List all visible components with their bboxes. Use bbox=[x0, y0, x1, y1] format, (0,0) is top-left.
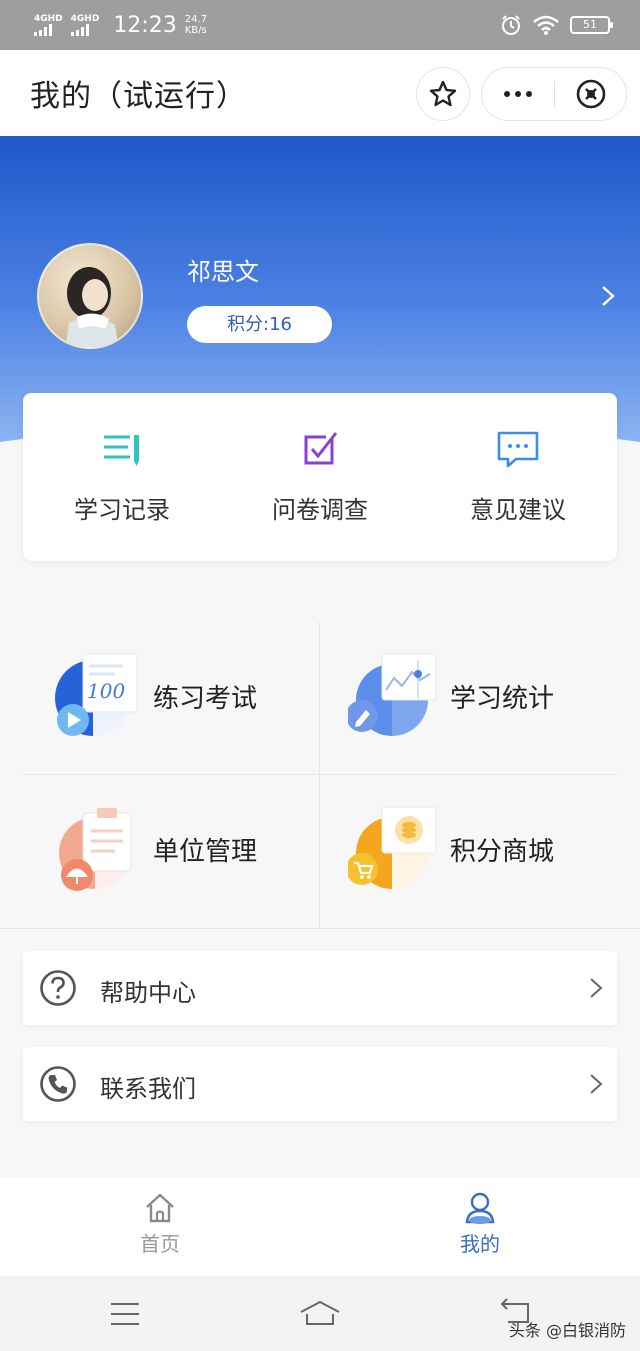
page-title: 我的（试运行） bbox=[30, 79, 247, 114]
signal-1: 4GHD bbox=[34, 14, 63, 36]
list-item-label: 联系我们 bbox=[100, 1075, 196, 1103]
status-time: 12:23 bbox=[113, 12, 177, 38]
dot bbox=[515, 91, 521, 97]
quick-action-label: 意见建议 bbox=[470, 496, 566, 524]
signal-2: 4GHD bbox=[70, 14, 100, 36]
section-divider bbox=[0, 928, 640, 929]
feature-grid: 100 练习考试 学习统计 单位管理 积分商城 bbox=[23, 622, 617, 928]
battery-level: 51 bbox=[583, 18, 597, 31]
avatar-portrait-icon bbox=[65, 267, 119, 347]
chevron-right-icon bbox=[590, 978, 603, 998]
speed-value: 24.7 bbox=[184, 14, 207, 25]
dot bbox=[504, 91, 510, 97]
quick-action-label: 问卷调查 bbox=[272, 496, 368, 524]
star-icon bbox=[429, 80, 457, 107]
grid-item-label: 练习考试 bbox=[153, 684, 258, 714]
unit-management-icon bbox=[59, 808, 132, 891]
chat-bubble-icon bbox=[497, 431, 539, 468]
list-edit-icon bbox=[104, 435, 139, 466]
close-circle-icon bbox=[576, 79, 605, 109]
grid-item-points-mall[interactable]: 积分商城 bbox=[320, 775, 617, 927]
signal-bars-icon bbox=[70, 24, 89, 36]
practice-exam-icon: 100 bbox=[55, 653, 138, 736]
dot bbox=[526, 91, 532, 97]
speed-unit: KB/s bbox=[184, 25, 207, 36]
wifi-icon bbox=[533, 15, 559, 35]
tab-mine[interactable]: 我的 bbox=[320, 1178, 640, 1276]
watermark: 头条 @白银消防 bbox=[508, 1321, 626, 1340]
grid-item-label: 单位管理 bbox=[153, 837, 258, 867]
home-icon bbox=[146, 1193, 174, 1223]
mini-program-nav-bar: 我的（试运行） bbox=[0, 50, 640, 136]
points-badge[interactable]: 积分:16 bbox=[187, 306, 332, 343]
phone-icon bbox=[40, 1066, 76, 1102]
network-speed: 24.7 KB/s bbox=[185, 14, 207, 36]
svg-text:100: 100 bbox=[87, 679, 125, 703]
chevron-right-icon[interactable] bbox=[596, 284, 620, 308]
avatar[interactable] bbox=[37, 243, 143, 349]
network-type-1: 4GHD bbox=[34, 14, 63, 24]
tab-home[interactable]: 首页 bbox=[0, 1178, 320, 1276]
quick-action-feedback[interactable]: 意见建议 bbox=[419, 393, 617, 561]
grid-item-study-stats[interactable]: 学习统计 bbox=[320, 622, 617, 774]
list-item-contact-us[interactable]: 联系我们 bbox=[23, 1047, 617, 1121]
help-icon bbox=[40, 970, 76, 1006]
tab-label: 我的 bbox=[460, 1232, 500, 1256]
chevron-right-icon bbox=[590, 1074, 603, 1094]
battery-icon: 51 bbox=[570, 16, 613, 34]
study-stats-icon bbox=[348, 653, 437, 736]
signal-bars-icon bbox=[34, 24, 52, 36]
user-name: 祁思文 bbox=[187, 258, 259, 286]
quick-action-study-record[interactable]: 学习记录 bbox=[23, 393, 221, 561]
quick-action-survey[interactable]: 问卷调查 bbox=[221, 393, 419, 561]
menu-icon[interactable] bbox=[110, 1302, 140, 1326]
favorite-button[interactable] bbox=[416, 67, 470, 121]
tab-bar: 首页 我的 bbox=[0, 1178, 640, 1276]
tab-label: 首页 bbox=[140, 1232, 180, 1256]
grid-item-label: 学习统计 bbox=[450, 684, 555, 714]
grid-item-unit-management[interactable]: 单位管理 bbox=[23, 775, 320, 927]
system-navigation-bar: 头条 @白银消防 bbox=[0, 1276, 640, 1351]
grid-item-practice-exam[interactable]: 100 练习考试 bbox=[23, 622, 320, 774]
quick-action-label: 学习记录 bbox=[74, 496, 170, 524]
alarm-icon bbox=[502, 15, 520, 35]
status-bar: 4GHD 4GHD 12:23 24.7 KB/s 51 bbox=[0, 0, 640, 50]
list-item-label: 帮助中心 bbox=[100, 979, 196, 1007]
more-button[interactable] bbox=[482, 68, 554, 120]
capsule-menu bbox=[481, 67, 627, 121]
list-item-help-center[interactable]: 帮助中心 bbox=[23, 951, 617, 1025]
checkbox-icon bbox=[304, 432, 338, 465]
grid-item-label: 积分商城 bbox=[450, 837, 555, 867]
points-mall-icon bbox=[348, 806, 437, 889]
network-type-2: 4GHD bbox=[70, 14, 100, 24]
quick-actions-card: 学习记录 问卷调查 意见建议 bbox=[23, 393, 617, 561]
user-icon bbox=[465, 1192, 495, 1224]
close-button[interactable] bbox=[555, 68, 626, 120]
home-button-icon[interactable] bbox=[299, 1300, 341, 1326]
